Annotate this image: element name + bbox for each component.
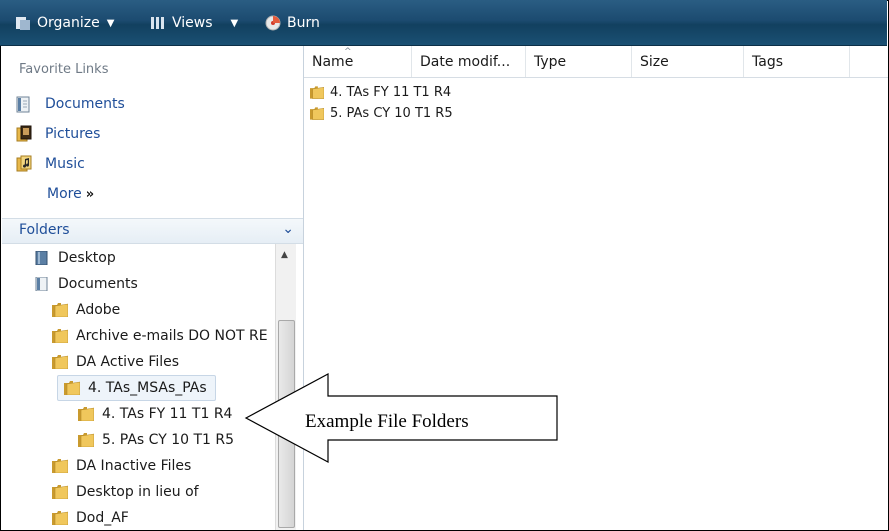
tree-item-documents[interactable]: Documents	[34, 272, 138, 296]
chevron-down-icon: ⌄	[282, 221, 294, 237]
more-label: More	[47, 186, 82, 202]
views-label: Views	[172, 15, 213, 31]
tree-item-label: Desktop in lieu of	[76, 484, 199, 500]
scroll-up-icon[interactable]: ▲	[281, 250, 288, 260]
organize-icon	[16, 17, 30, 30]
callout-arrow: Example File Folders	[244, 372, 564, 464]
folders-header[interactable]: Folders ⌄	[2, 218, 303, 244]
burn-disc-icon	[265, 15, 281, 31]
column-header-label: Type	[534, 53, 567, 70]
tree-item-folder[interactable]: Dod_AF	[52, 506, 129, 530]
tree-item-label: 4. TAs FY 11 T1 R4	[102, 406, 233, 422]
burn-label: Burn	[287, 15, 320, 31]
folder-icon	[310, 106, 324, 120]
file-name: 4. TAs FY 11 T1 R4	[330, 84, 452, 100]
column-header-name[interactable]: ^ Name	[304, 46, 412, 77]
tree-item-folder[interactable]: 5. PAs CY 10 T1 R5	[78, 428, 234, 452]
folder-icon	[310, 85, 324, 99]
tree-item-folder[interactable]: Adobe	[52, 298, 120, 322]
favorite-link-label: Pictures	[45, 126, 101, 142]
column-header-label: Size	[640, 53, 669, 70]
documents-icon	[35, 277, 48, 291]
favorite-links-heading: Favorite Links	[19, 62, 109, 77]
favorite-link-music[interactable]: Music	[15, 153, 85, 175]
tree-item-selected-folder[interactable]: 4. TAs_MSAs_PAs	[57, 375, 216, 401]
tree-item-folder[interactable]: DA Active Files	[52, 350, 179, 374]
file-list-item[interactable]: 5. PAs CY 10 T1 R5	[310, 103, 453, 123]
favorite-link-pictures[interactable]: Pictures	[15, 123, 100, 145]
favorite-link-documents[interactable]: Documents	[15, 93, 125, 115]
tree-item-desktop[interactable]: Desktop	[34, 246, 116, 270]
pictures-icon	[16, 125, 32, 142]
tree-item-label: DA Inactive Files	[76, 458, 192, 474]
tree-item-folder[interactable]: 4. TAs FY 11 T1 R4	[78, 402, 232, 426]
tree-item-folder[interactable]: DA Inactive Files	[52, 454, 191, 478]
folder-icon	[52, 485, 68, 499]
folder-icon	[52, 459, 68, 473]
organize-label: Organize	[37, 15, 100, 31]
views-button[interactable]: Views ▼	[150, 12, 238, 34]
column-header-label: Date modif...	[420, 53, 511, 70]
folder-icon	[52, 303, 68, 317]
tree-item-label: Archive e-mails DO NOT RE	[76, 328, 268, 344]
tree-item-label: Documents	[58, 276, 138, 292]
organize-button[interactable]: Organize ▼	[15, 12, 114, 34]
desktop-icon	[35, 251, 48, 265]
folders-heading: Folders	[19, 222, 70, 238]
double-chevron-icon: »	[85, 187, 95, 202]
tree-item-label: Adobe	[76, 302, 121, 318]
column-header-type[interactable]: Type	[526, 46, 632, 77]
views-icon	[151, 17, 164, 29]
music-icon	[16, 155, 32, 172]
tree-item-label: Dod_AF	[76, 510, 129, 526]
file-name: 5. PAs CY 10 T1 R5	[330, 105, 453, 121]
tree-item-label: Desktop	[58, 250, 116, 266]
folder-icon	[52, 329, 68, 343]
folder-tree: Desktop Documents Adobe Archive e-mails …	[2, 244, 274, 530]
tree-item-folder[interactable]: Desktop in lieu of	[52, 480, 199, 504]
documents-icon	[16, 96, 30, 113]
folder-icon	[52, 355, 68, 369]
tree-item-label: DA Active Files	[76, 354, 180, 370]
callout-label: Example File Folders	[305, 411, 469, 432]
column-header-size[interactable]: Size	[632, 46, 744, 77]
tree-item-label: 4. TAs_MSAs_PAs	[88, 380, 207, 396]
folder-icon	[78, 433, 94, 447]
folder-icon	[52, 511, 68, 525]
chevron-down-icon: ▼	[230, 17, 239, 29]
tree-item-folder[interactable]: Archive e-mails DO NOT RE	[52, 324, 268, 348]
sort-ascending-icon: ^	[344, 47, 352, 57]
chevron-down-icon: ▼	[106, 17, 115, 29]
tree-item-label: 5. PAs CY 10 T1 R5	[102, 432, 235, 448]
more-links-button[interactable]: More»	[47, 186, 94, 202]
column-header-label: Tags	[752, 53, 783, 70]
column-header-tags[interactable]: Tags	[744, 46, 850, 77]
favorite-link-label: Music	[45, 156, 85, 172]
folder-icon	[64, 381, 80, 395]
column-header-row: ^ Name Date modif... Type Size Tags	[304, 46, 888, 78]
burn-button[interactable]: Burn	[265, 12, 320, 34]
favorite-link-label: Documents	[45, 96, 125, 112]
folder-icon	[78, 407, 94, 421]
command-bar: Organize ▼ Views ▼ Burn	[0, 0, 887, 46]
file-list-item[interactable]: 4. TAs FY 11 T1 R4	[310, 82, 451, 102]
column-header-date[interactable]: Date modif...	[412, 46, 526, 77]
